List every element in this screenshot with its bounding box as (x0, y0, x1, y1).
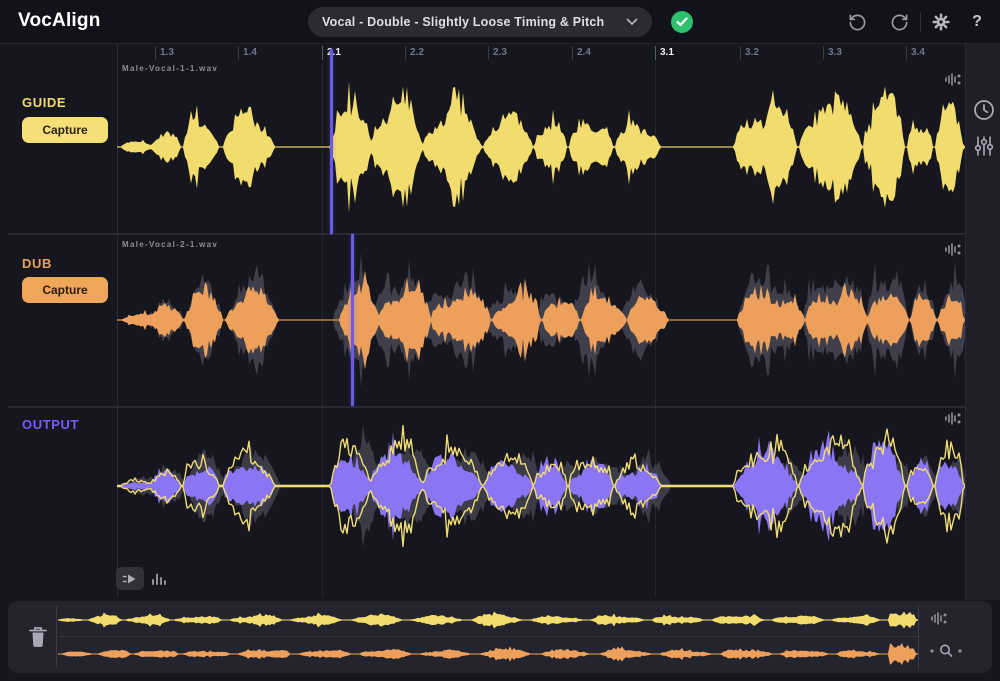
undo-button[interactable] (846, 11, 868, 33)
minimap-end-marker (918, 605, 919, 669)
minimap-guide-waveform[interactable] (58, 604, 918, 636)
top-bar: VocAlign Vocal - Double - Slightly Loose… (0, 0, 1000, 44)
alignment-success-icon (671, 11, 693, 33)
output-track-options-icon[interactable] (944, 409, 964, 427)
vocalign-window: VocAlign Vocal - Double - Slightly Loose… (0, 0, 1000, 681)
trash-icon[interactable] (22, 621, 54, 653)
ruler-tick: 3.3 (823, 46, 842, 60)
ruler-tick: 3.2 (740, 46, 759, 60)
app-logo: VocAlign (18, 10, 101, 32)
preset-dropdown[interactable]: Vocal - Double - Slightly Loose Timing &… (308, 7, 652, 37)
chevron-down-icon (626, 18, 638, 26)
playhead-dub-segment[interactable] (351, 234, 354, 406)
playhead-guide-segment[interactable] (330, 49, 333, 234)
overview-panel (8, 601, 992, 673)
ruler-tick: 1.3 (155, 46, 174, 60)
minimap-separator (58, 636, 920, 637)
zoom-control[interactable] (924, 641, 968, 661)
ruler-tick: 3.1 (655, 46, 674, 60)
output-track-label: OUTPUT (22, 417, 79, 432)
ruler-tick: 2.4 (572, 46, 591, 60)
dub-capture-button[interactable]: Capture (22, 277, 108, 303)
guide-track-label: GUIDE (22, 95, 66, 110)
zoom-in-dot[interactable] (958, 649, 962, 653)
right-sidebar (965, 44, 1000, 600)
ruler-tick: 2.2 (405, 46, 424, 60)
timeline-ruler[interactable]: 1.31.42.12.22.32.43.13.23.33.4 (117, 44, 965, 62)
ruler-tick: 2.3 (488, 46, 507, 60)
redo-button[interactable] (888, 11, 910, 33)
zoom-out-dot[interactable] (930, 649, 934, 653)
help-button[interactable]: ? (966, 11, 988, 33)
gear-icon[interactable] (930, 11, 952, 33)
guide-waveform[interactable] (117, 62, 965, 232)
dub-output-separator (8, 406, 965, 408)
ruler-tick: 1.4 (238, 46, 257, 60)
preset-dropdown-value: Vocal - Double - Slightly Loose Timing &… (322, 15, 618, 29)
history-clock-icon[interactable] (972, 98, 996, 122)
dub-track-label: DUB (22, 256, 52, 271)
toolbar-divider (920, 12, 921, 32)
sliders-icon[interactable] (972, 134, 996, 158)
magnifier-icon (938, 643, 954, 659)
overview-divider (56, 606, 57, 668)
minimap-dub-waveform[interactable] (58, 638, 918, 670)
guide-capture-button[interactable]: Capture (22, 117, 108, 143)
dub-waveform[interactable] (117, 236, 965, 404)
pitch-histogram-toggle[interactable] (150, 570, 168, 587)
dub-track-options-icon[interactable] (944, 240, 964, 258)
ruler-tick: 3.4 (906, 46, 925, 60)
waveform-view-toggle[interactable] (116, 567, 144, 590)
guide-track-options-icon[interactable] (944, 70, 964, 88)
guide-dub-separator (8, 233, 965, 235)
output-waveform[interactable] (117, 410, 965, 562)
overview-options-icon[interactable] (930, 611, 952, 629)
